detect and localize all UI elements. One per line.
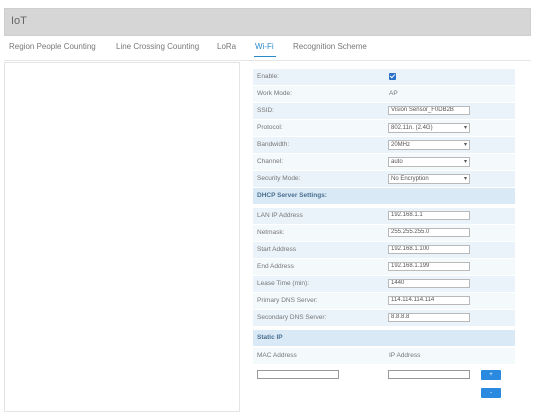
netmask-label: Netmask: (257, 229, 285, 236)
dhcp-section-title: DHCP Server Settings: (257, 192, 327, 199)
tab-bar: Region People Counting Line Crossing Cou… (0, 36, 541, 60)
section-dhcp: DHCP Server Settings: (253, 188, 515, 205)
row-static-ip-headers: MAC Address IP Address (253, 348, 515, 365)
tab-region-people-counting[interactable]: Region People Counting (9, 42, 96, 51)
netmask-input[interactable]: 255.255.255.0 (388, 228, 470, 237)
security-mode-value: No Encryption (391, 176, 429, 182)
protocol-label: Protocol: (257, 124, 283, 131)
enable-label: Enable: (257, 73, 280, 80)
row-netmask: Netmask: 255.255.255.0 (253, 225, 515, 242)
row-start-address: Start Address 192.168.1.100 (253, 242, 515, 259)
ip-address-input[interactable] (388, 370, 470, 379)
row-ssid: SSID: Vision Sensor_F0DB2B (253, 103, 515, 120)
row-security-mode: Security Mode: No Encryption ▾ (253, 171, 515, 188)
active-tab-indicator (254, 56, 276, 57)
end-address-input[interactable]: 192.168.1.199 (388, 262, 470, 271)
tab-lora[interactable]: LoRa (217, 42, 236, 51)
enable-checkbox[interactable] (389, 73, 396, 80)
ssid-label: SSID: (257, 107, 274, 114)
static-ip-section-title: Static IP (257, 334, 283, 341)
row-lease-time: Lease Time (min): 1440 (253, 276, 515, 293)
row-bandwidth: Bandwidth: 20MHz ▾ (253, 137, 515, 154)
bandwidth-label: Bandwidth: (257, 141, 290, 148)
work-mode-value: AP (389, 90, 398, 97)
lease-time-input[interactable]: 1440 (388, 279, 470, 288)
protocol-value: 802.11n. (2.4G) (391, 125, 433, 131)
preview-pane (4, 62, 240, 412)
lan-ip-input[interactable]: 192.168.1.1 (388, 211, 470, 220)
security-mode-label: Security Mode: (257, 175, 301, 182)
row-primary-dns: Primary DNS Server: 114.114.114.114 (253, 293, 515, 310)
row-enable: Enable: (253, 69, 515, 86)
secondary-dns-input[interactable]: 8.8.8.8 (388, 313, 470, 322)
work-mode-label: Work Mode: (257, 90, 292, 97)
channel-select[interactable]: auto ▾ (388, 157, 470, 167)
tab-line-crossing-counting[interactable]: Line Crossing Counting (116, 42, 199, 51)
security-mode-select[interactable]: No Encryption ▾ (388, 174, 470, 184)
bandwidth-select[interactable]: 20MHz ▾ (388, 140, 470, 150)
primary-dns-label: Primary DNS Server: (257, 297, 318, 304)
row-secondary-dns: Secondary DNS Server: 8.8.8.8 (253, 310, 515, 327)
section-static-ip: Static IP (253, 330, 515, 347)
chevron-down-icon: ▾ (463, 142, 467, 148)
ssid-input[interactable]: Vision Sensor_F0DB2B (388, 106, 470, 115)
lease-time-label: Lease Time (min): (257, 280, 310, 287)
end-address-label: End Address (257, 263, 294, 270)
bandwidth-value: 20MHz (391, 142, 411, 148)
row-lan-ip: LAN IP Address 192.168.1.1 (253, 208, 515, 225)
start-address-label: Start Address (257, 246, 297, 253)
chevron-down-icon: ▾ (463, 176, 467, 182)
title-bar: IoT (4, 8, 531, 36)
window-title: IoT (11, 15, 27, 27)
row-channel: Channel: auto ▾ (253, 154, 515, 171)
row-work-mode: Work Mode: AP (253, 86, 515, 103)
lan-ip-label: LAN IP Address (257, 212, 303, 219)
ip-address-header: IP Address (389, 352, 421, 359)
tab-wifi[interactable]: Wi-Fi (255, 42, 274, 51)
chevron-down-icon: ▾ (463, 159, 467, 165)
channel-label: Channel: (257, 158, 284, 165)
row-protocol: Protocol: 802.11n. (2.4G) ▾ (253, 120, 515, 137)
channel-value: auto (391, 159, 403, 165)
protocol-select[interactable]: 802.11n. (2.4G) ▾ (388, 123, 470, 133)
start-address-input[interactable]: 192.168.1.100 (388, 245, 470, 254)
tab-recognition-scheme[interactable]: Recognition Scheme (293, 42, 367, 51)
secondary-dns-label: Secondary DNS Server: (257, 314, 327, 321)
row-end-address: End Address 192.168.1.199 (253, 259, 515, 276)
mac-address-input[interactable] (257, 370, 339, 379)
chevron-down-icon: ▾ (463, 125, 467, 131)
mac-address-header: MAC Address (257, 352, 297, 359)
primary-dns-input[interactable]: 114.114.114.114 (388, 296, 470, 305)
add-static-ip-button[interactable]: + (481, 370, 501, 380)
delete-static-ip-button[interactable]: - (481, 388, 501, 398)
